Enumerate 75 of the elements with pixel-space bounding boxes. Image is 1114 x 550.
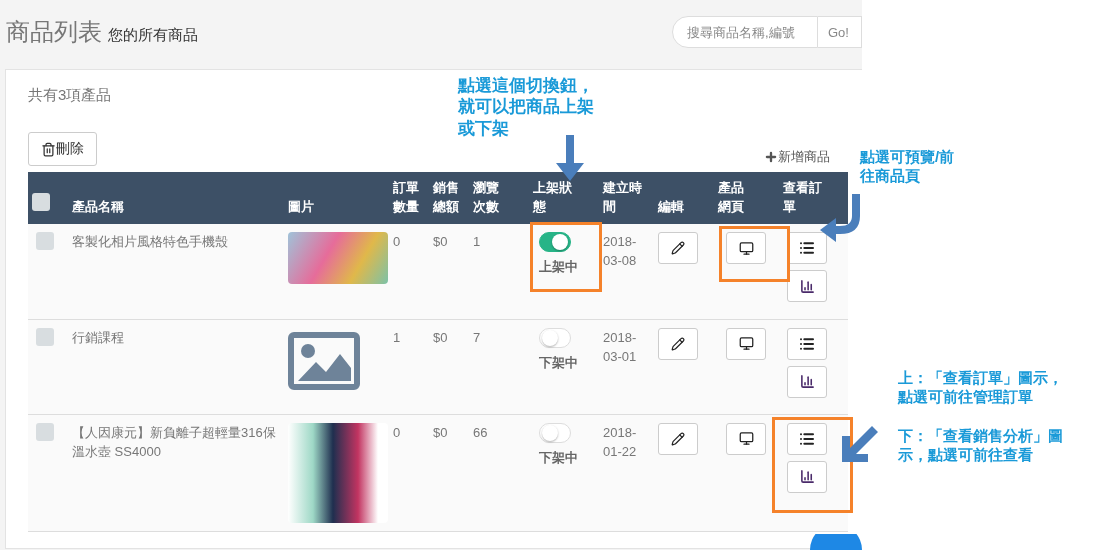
trash-icon <box>41 141 56 157</box>
view-count: 7 <box>473 329 481 345</box>
column-header: 銷售總額 <box>433 179 460 216</box>
pencil-icon <box>671 241 685 255</box>
page-title: 商品列表 <box>6 17 102 47</box>
add-product-link[interactable]: 新增商品 <box>764 148 830 166</box>
annotation-text: 點選這個切換鈕， 就可以把商品上架 或下架 <box>458 75 594 139</box>
bar-chart-icon <box>799 278 815 294</box>
select-all-checkbox[interactable] <box>32 193 50 211</box>
plus-icon <box>764 150 778 164</box>
list-icon <box>799 335 815 352</box>
row-checkbox[interactable] <box>36 232 54 250</box>
preview-button[interactable] <box>726 232 766 264</box>
sales-total: $0 <box>433 424 448 440</box>
edit-button[interactable] <box>658 422 698 455</box>
annotation-text: 點選可預覽/前 往商品頁 <box>860 148 955 186</box>
row-checkbox[interactable] <box>36 422 54 441</box>
column-header: 瀏覽次數 <box>473 179 500 216</box>
order-count: 0 <box>393 234 401 249</box>
column-header: 查看訂單 <box>783 179 823 216</box>
product-name: 客製化相片風格特色手機殼 <box>72 234 228 249</box>
column-header: 產品名稱 <box>72 198 124 216</box>
status-label: 下架中 <box>539 448 579 467</box>
delete-button[interactable]: 刪除 <box>28 132 97 166</box>
created-date: 2018-03-08 <box>603 233 638 270</box>
down-arrow-icon <box>555 135 585 181</box>
orders-button[interactable] <box>787 422 827 455</box>
bar-chart-icon <box>799 374 815 389</box>
bar-chart-icon <box>799 469 815 484</box>
annotation-text: 上：「查看訂單」圖示， 點選可前往管理訂單 <box>898 369 1063 407</box>
image-icon <box>288 331 360 390</box>
analytics-button[interactable] <box>787 365 827 398</box>
column-header: 產品網頁 <box>718 179 745 216</box>
created-date: 2018-03-01 <box>603 328 638 366</box>
created-date: 2018-01-22 <box>603 423 638 461</box>
highlight-frame <box>530 222 602 292</box>
diagonal-arrow-icon <box>842 426 878 462</box>
pencil-icon <box>671 336 685 351</box>
product-name: 行銷課程 <box>72 329 124 345</box>
product-name: 【人因康元】新負離子超輕量316保溫水壺 SS4000 <box>72 424 276 459</box>
monitor-icon <box>738 336 754 351</box>
column-header: 上架狀態 <box>533 179 573 216</box>
order-count: 1 <box>393 329 401 345</box>
sales-total: $0 <box>433 329 448 345</box>
monitor-icon <box>738 240 754 256</box>
monitor-icon <box>738 431 754 446</box>
view-count: 66 <box>473 424 488 440</box>
pencil-icon <box>671 431 685 446</box>
preview-button[interactable] <box>726 327 766 360</box>
analytics-button[interactable] <box>787 460 827 493</box>
order-count: 0 <box>393 424 401 440</box>
edit-button[interactable] <box>658 327 698 360</box>
sales-total: $0 <box>433 234 448 249</box>
column-header: 圖片 <box>288 198 314 216</box>
annotation-text: 下：「查看銷售分析」圖 示，點選可前往查看 <box>898 427 1063 465</box>
page-subtitle: 您的所有商品 <box>108 25 198 45</box>
column-header: 訂單數量 <box>393 179 420 216</box>
chat-bubble-icon <box>810 534 862 550</box>
highlight-frame <box>719 226 790 282</box>
product-count: 共有3項產品 <box>28 86 112 105</box>
orders-button[interactable] <box>787 327 827 360</box>
list-icon <box>799 240 815 256</box>
status-toggle[interactable] <box>539 232 571 252</box>
preview-button[interactable] <box>726 422 766 455</box>
row-checkbox[interactable] <box>36 327 54 346</box>
view-count: 1 <box>473 234 481 249</box>
go-button[interactable]: Go! <box>818 16 862 48</box>
search-field[interactable]: 搜尋商品名稱,編號 <box>672 16 818 48</box>
status-label: 下架中 <box>539 353 579 372</box>
column-header: 建立時間 <box>603 179 643 216</box>
analytics-button[interactable] <box>787 270 827 302</box>
edit-button[interactable] <box>658 232 698 264</box>
column-header: 編輯 <box>658 198 684 216</box>
list-icon <box>799 430 815 447</box>
status-label: 上架中 <box>539 258 579 276</box>
